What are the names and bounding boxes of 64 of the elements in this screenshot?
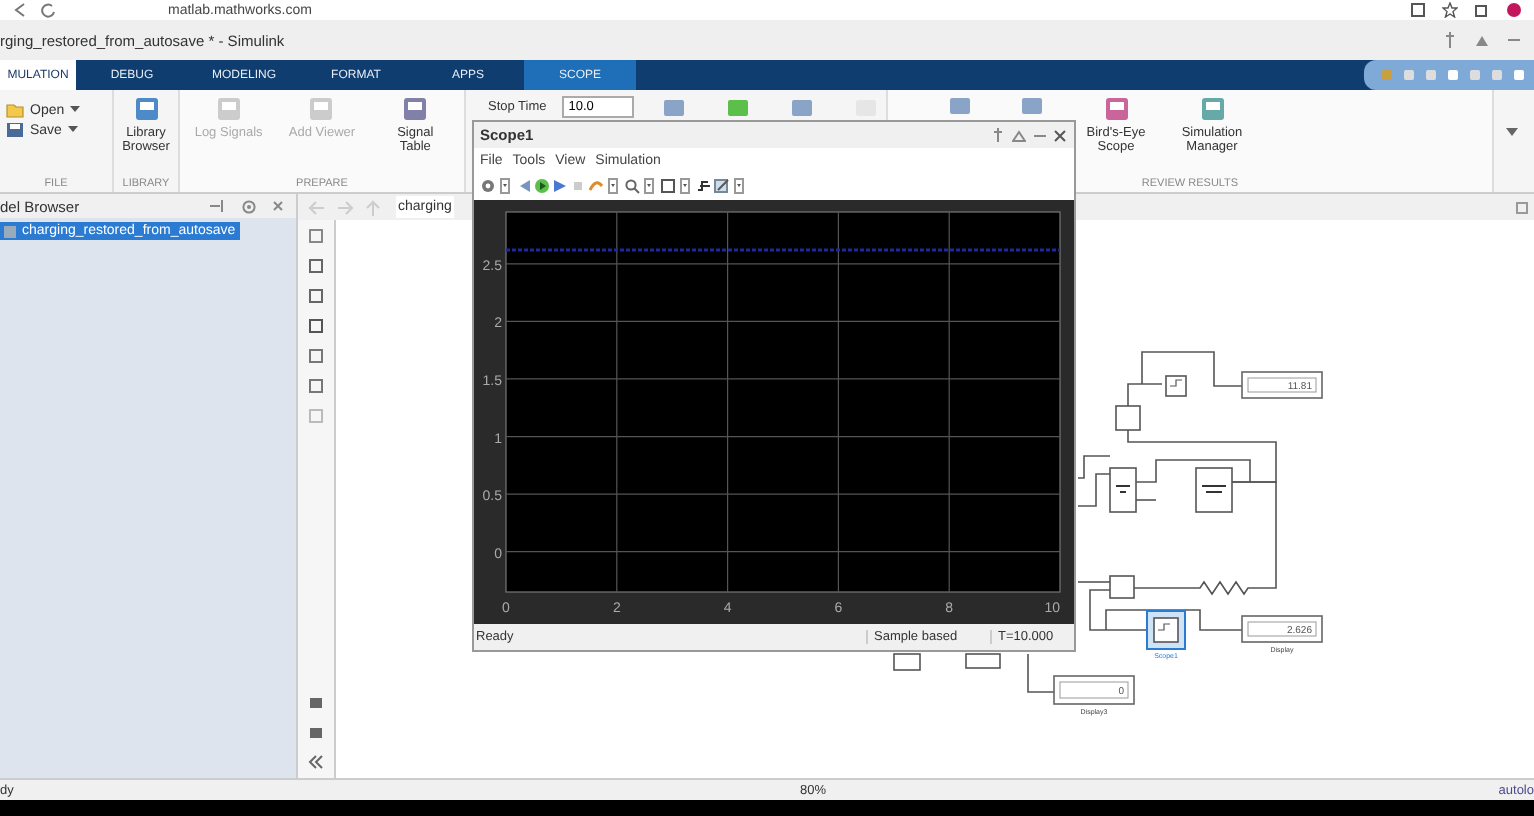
highlight-icon[interactable] <box>588 178 604 194</box>
minimize-icon[interactable] <box>1034 129 1046 141</box>
resistor-symbol[interactable] <box>1183 580 1261 596</box>
ribbon-icon <box>1103 96 1129 122</box>
operator-block[interactable] <box>1115 405 1141 431</box>
reload-icon[interactable] <box>40 2 56 18</box>
ribbon-icon <box>215 96 242 122</box>
ribbon-icon <box>1199 96 1225 122</box>
ribbon-icon <box>1020 96 1044 116</box>
connection-line <box>1135 499 1157 501</box>
settings-icon[interactable] <box>480 178 496 194</box>
collapse-icon[interactable] <box>308 754 324 770</box>
display-block[interactable] <box>1053 675 1135 705</box>
battery-block[interactable] <box>1195 467 1233 513</box>
maximize-icon[interactable] <box>1474 32 1490 48</box>
profile-avatar-icon[interactable] <box>1506 2 1522 18</box>
connection-line <box>1027 653 1055 693</box>
scope-block[interactable] <box>1146 610 1186 650</box>
operator-block[interactable] <box>893 653 921 671</box>
ribbon-icon <box>308 96 335 122</box>
model-icon <box>4 225 16 237</box>
back-icon[interactable] <box>12 2 28 18</box>
settings-icon[interactable] <box>242 199 256 213</box>
trigger-icon[interactable] <box>696 178 712 194</box>
connection-line <box>1077 473 1111 507</box>
bookmark-icon[interactable] <box>1410 2 1426 18</box>
save-icon <box>6 122 24 138</box>
scope-block[interactable] <box>1165 375 1187 397</box>
maximize-icon[interactable] <box>1012 129 1026 141</box>
run-icon[interactable] <box>534 178 550 194</box>
dropdown-icon[interactable] <box>642 178 658 194</box>
caret-icon <box>70 106 81 114</box>
extension-icon[interactable] <box>1474 2 1490 18</box>
pin-icon[interactable] <box>1442 32 1458 48</box>
close-icon[interactable] <box>272 200 284 212</box>
battery-block[interactable] <box>1109 467 1137 513</box>
close-icon[interactable] <box>1054 129 1066 141</box>
fit-icon[interactable] <box>660 178 676 194</box>
connection-line <box>1077 455 1111 479</box>
ribbon-icon <box>790 97 815 117</box>
folder-icon <box>6 102 24 118</box>
connection-line <box>1077 581 1111 583</box>
zoom-icon[interactable] <box>624 178 640 194</box>
star-icon[interactable] <box>1442 2 1458 18</box>
ribbon-icon <box>402 96 429 122</box>
caret-icon <box>67 126 78 134</box>
ribbon-icon <box>133 96 159 122</box>
operator-block[interactable] <box>1109 575 1135 599</box>
display-block[interactable] <box>1241 615 1323 643</box>
operator-block[interactable] <box>965 653 1001 669</box>
dropdown-icon[interactable] <box>732 178 748 194</box>
ribbon-icon <box>854 97 879 117</box>
dropdown-icon[interactable] <box>498 178 514 194</box>
collapse-icon[interactable] <box>210 200 226 212</box>
display-block[interactable] <box>1241 371 1323 399</box>
panel-icon[interactable] <box>1516 201 1528 213</box>
dropdown-icon[interactable] <box>606 178 622 194</box>
ribbon-icon <box>662 97 687 117</box>
caret-icon[interactable] <box>1506 128 1518 138</box>
step-forward-icon[interactable] <box>552 178 568 194</box>
edit-icon[interactable] <box>714 178 730 194</box>
ribbon-icon <box>948 96 972 116</box>
ribbon-icon <box>726 97 751 117</box>
pin-icon[interactable] <box>992 128 1004 142</box>
